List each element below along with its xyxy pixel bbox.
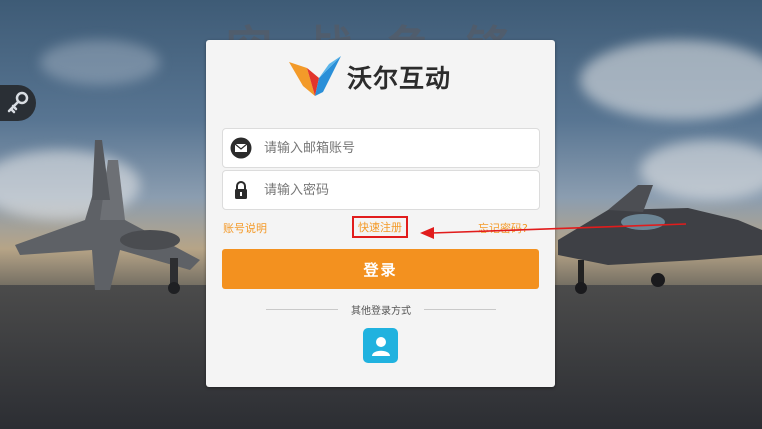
key-icon[interactable] <box>0 85 36 121</box>
divider-line <box>424 309 496 310</box>
account-info-link[interactable]: 账号说明 <box>223 220 267 236</box>
forgot-password-link[interactable]: 忘记密码? <box>478 220 528 236</box>
email-field[interactable] <box>222 128 540 168</box>
key-glyph <box>7 91 29 114</box>
login-button[interactable]: 登录 <box>222 249 539 289</box>
guest-login-button[interactable] <box>363 328 398 363</box>
email-input[interactable] <box>262 139 536 157</box>
person-icon <box>371 336 390 356</box>
brand-logo: 沃尔互动 <box>289 56 451 98</box>
fighter-jet-left <box>15 140 200 294</box>
cloud <box>580 40 762 120</box>
brand-name: 沃尔互动 <box>347 64 452 93</box>
password-input[interactable] <box>262 181 536 199</box>
cloud <box>40 40 160 85</box>
login-dialog: 沃尔互动 账号说明 快速注册 忘记密码? 登录 其他登录方式 <box>206 40 555 387</box>
lock-icon <box>230 179 252 201</box>
password-field[interactable] <box>222 170 540 210</box>
fighter-jet-right <box>558 185 762 294</box>
link-row: 账号说明 快速注册 忘记密码? <box>223 216 539 240</box>
envelope-icon <box>230 137 252 159</box>
quick-register-link[interactable]: 快速注册 <box>352 216 408 238</box>
brand-mark-icon <box>289 56 341 96</box>
other-login-divider: 其他登录方式 <box>266 302 496 317</box>
